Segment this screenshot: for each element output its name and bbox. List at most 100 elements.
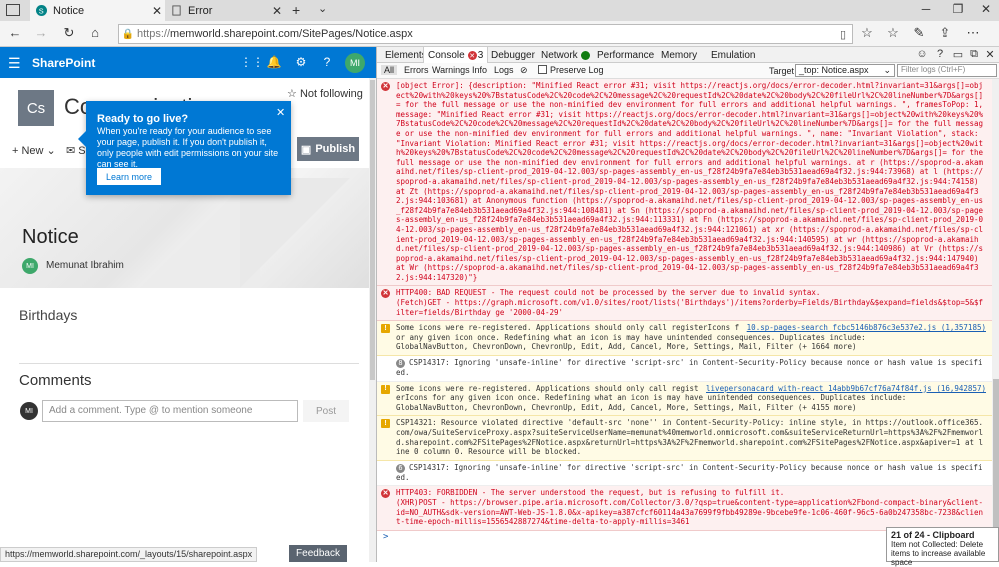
settings-gear-icon[interactable]: ⚙ — [293, 55, 309, 69]
notes-icon[interactable]: ✎ — [910, 25, 928, 41]
message-text: CSP14317: Ignoring 'unsafe-inline' for d… — [396, 358, 983, 378]
avatar[interactable]: MI — [345, 53, 365, 73]
close-tab-icon[interactable]: ✕ — [269, 4, 285, 18]
console-scrollbar[interactable] — [992, 79, 999, 562]
console-message-info: i8CSP14317: Ignoring 'unsafe-inline' for… — [377, 356, 992, 382]
repeat-count-badge: 8 — [396, 359, 405, 369]
preserve-log-checkbox[interactable]: Preserve Log — [535, 65, 607, 75]
tab-debugger[interactable]: Debugger — [487, 47, 539, 63]
status-url: https://memworld.sharepoint.com/_layouts… — [0, 547, 258, 562]
filter-warnings[interactable]: Warnings — [429, 65, 473, 75]
message-text: CSP14321: Resource violated directive 'd… — [396, 418, 983, 457]
suite-bar: ☰ SharePoint ⋮⋮ 🔔 ⚙ ? MI — [0, 47, 376, 78]
chevron-down-icon[interactable]: ⌄ — [318, 2, 327, 15]
favorite-star-icon[interactable]: ☆ — [858, 25, 876, 41]
back-icon[interactable]: ← — [6, 25, 24, 40]
target-label: Target — [769, 66, 795, 76]
publish-button[interactable]: ▣ Publish — [297, 137, 359, 161]
menu-icon[interactable]: ☰ — [8, 55, 21, 72]
author-avatar: MI — [22, 258, 38, 274]
home-icon[interactable]: ⌂ — [86, 25, 104, 40]
filter-logs[interactable]: Logs — [491, 65, 517, 75]
tab-label: Notice — [53, 4, 85, 17]
new-button[interactable]: + New ⌄ — [12, 144, 56, 157]
learn-more-button[interactable]: Learn more — [97, 168, 161, 185]
target-select[interactable]: _top: Notice.aspx ⌄ — [795, 64, 895, 77]
error-count-icon: ✕ — [467, 51, 477, 60]
comment-avatar: MI — [20, 402, 38, 420]
filter-logs-input[interactable]: Filter logs (Ctrl+F) — [897, 64, 997, 77]
clear-console-icon[interactable]: ⊘ — [517, 65, 531, 76]
warning-icon: ! — [381, 384, 390, 394]
post-button[interactable]: Post — [303, 400, 349, 422]
filter-errors[interactable]: Errors — [401, 65, 432, 75]
dock-icon[interactable]: ▭ — [951, 48, 965, 61]
record-icon — [580, 50, 590, 60]
source-link[interactable]: 10.sp-pages-search_fcbc5146b876c3e537e2.… — [747, 323, 986, 333]
smiley-feedback-icon[interactable]: ☺ — [915, 48, 929, 60]
app-launcher-icon[interactable]: ⋮⋮ — [240, 55, 264, 69]
message-text: HTTP400: BAD REQUEST - The request could… — [396, 288, 983, 317]
minimize-icon[interactable]: ─ — [916, 2, 936, 16]
close-devtools-icon[interactable]: ✕ — [983, 48, 997, 61]
app-brand[interactable]: SharePoint — [32, 56, 95, 70]
divider — [19, 363, 359, 364]
author-name[interactable]: Memunat Ibrahim — [46, 260, 124, 271]
follow-button[interactable]: ☆ Not following — [287, 87, 363, 100]
console-message-warn: ! CSP14321: Resource violated directive '… — [377, 416, 992, 461]
favorites-hub-icon[interactable]: ☆ — [884, 25, 902, 41]
star-icon: ☆ — [287, 88, 297, 100]
console-output[interactable]: ✕ [object Error]: {description: "Minified… — [377, 79, 992, 562]
publish-teaching-popup: Ready to go live? When you're ready for … — [78, 101, 291, 195]
help-icon[interactable]: ? — [319, 55, 335, 69]
sharepoint-favicon-icon: S — [36, 5, 47, 16]
address-bar: ← → ↻ ⌂ 🔒 https://memworld.sharepoint.co… — [0, 21, 999, 47]
more-icon[interactable]: ⋯ — [964, 25, 982, 41]
refresh-icon[interactable]: ↻ — [60, 25, 78, 41]
url-field[interactable]: 🔒 https://memworld.sharepoint.com/SitePa… — [118, 24, 853, 44]
message-text: HTTP403: FORBIDDEN - The server understo… — [396, 488, 983, 527]
undock-icon[interactable]: ⧉ — [967, 48, 981, 61]
tab-performance[interactable]: Performance — [593, 47, 658, 63]
tab-notice[interactable]: S Notice ✕ — [30, 0, 165, 21]
popup-title: Ready to go live? — [97, 113, 189, 125]
popup-body: When you're ready for your audience to s… — [97, 126, 279, 169]
site-logo[interactable]: Cs — [18, 90, 54, 126]
tab-emulation[interactable]: Emulation — [707, 47, 759, 63]
comment-input[interactable]: Add a comment. Type @ to mention someone — [42, 400, 298, 422]
chevron-down-icon: ⌄ — [883, 65, 891, 75]
clipboard-notification[interactable]: 21 of 24 - Clipboard Item not Collected:… — [886, 527, 999, 567]
comments-heading: Comments — [19, 372, 92, 389]
filter-all[interactable]: All — [381, 65, 398, 75]
tab-error[interactable]: Error ✕ — [165, 0, 285, 21]
warning-icon: ! — [381, 324, 390, 334]
devtools-tabs: Elements Console ✕ 3 Debugger Network Perf… — [377, 47, 999, 64]
tab-console[interactable]: Console ✕ 3 — [423, 47, 489, 64]
console-message-info: i6CSP14317: Ignoring 'unsafe-inline' for… — [377, 460, 992, 487]
lock-icon: 🔒 — [121, 28, 135, 40]
help-icon[interactable]: ? — [933, 48, 947, 60]
svg-text:S: S — [39, 6, 44, 15]
page-favicon-icon — [172, 5, 181, 16]
close-icon[interactable]: ✕ — [276, 106, 285, 119]
reading-view-icon[interactable]: ▯ — [834, 28, 852, 41]
page-title: Notice — [22, 226, 79, 248]
new-tab-icon[interactable]: + — [292, 2, 300, 18]
share-icon[interactable]: ⇪ — [936, 25, 954, 41]
tab-preview-icon[interactable] — [6, 4, 20, 16]
tab-memory[interactable]: Memory — [657, 47, 701, 63]
maximize-icon[interactable]: ❐ — [948, 2, 968, 16]
publish-icon: ▣ — [300, 143, 312, 156]
close-tab-icon[interactable]: ✕ — [149, 4, 165, 18]
filter-info[interactable]: Info — [469, 65, 490, 75]
error-icon: ✕ — [381, 489, 390, 499]
page-scrollbar[interactable] — [369, 78, 376, 562]
notifications-icon[interactable]: 🔔 — [266, 55, 282, 69]
message-text: CSP14317: Ignoring 'unsafe-inline' for d… — [396, 462, 983, 482]
feedback-button[interactable]: Feedback — [289, 545, 347, 562]
source-link[interactable]: livepersonacard_with-react_14abb9b67cf76… — [706, 384, 986, 394]
url-text: https://memworld.sharepoint.com/SitePage… — [137, 28, 413, 40]
forward-icon[interactable]: → — [32, 25, 50, 40]
close-window-icon[interactable]: ✕ — [976, 2, 996, 16]
tab-network[interactable]: Network — [537, 47, 594, 63]
